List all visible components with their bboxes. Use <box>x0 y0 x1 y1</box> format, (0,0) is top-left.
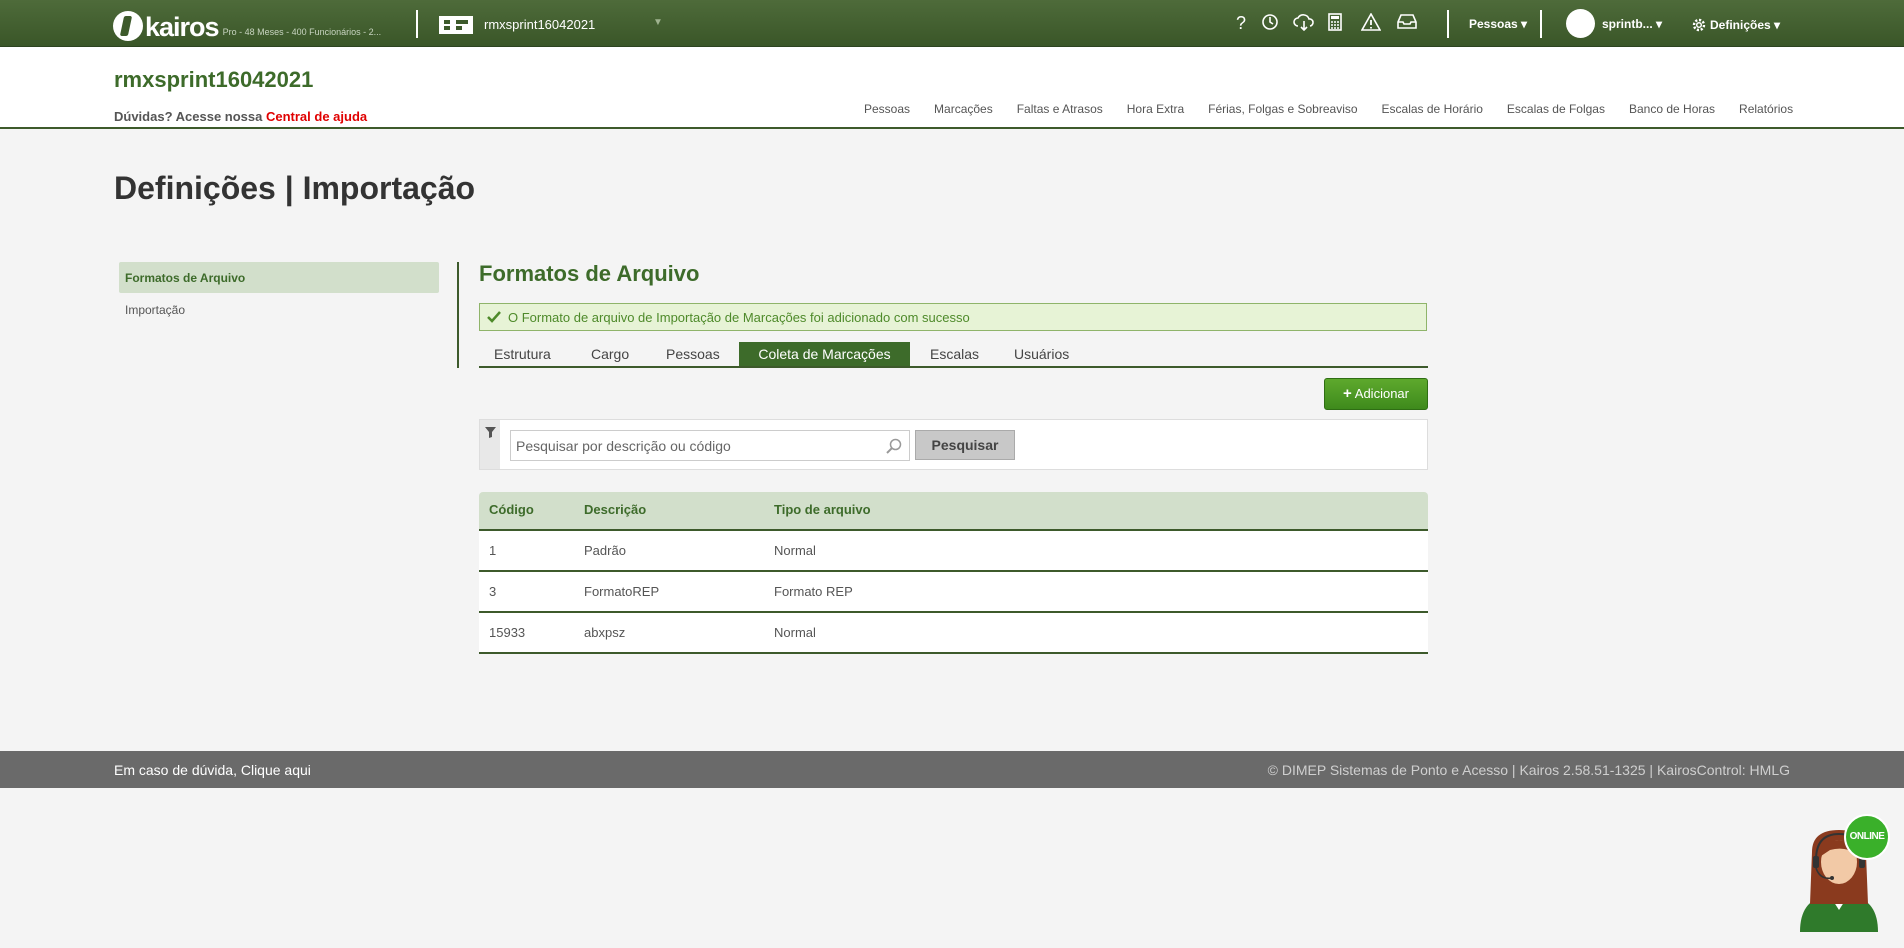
help-line: Dúvidas? Acesse nossa Central de ajuda <box>114 109 367 124</box>
online-status-badge[interactable]: ONLINE <box>1844 814 1890 860</box>
table-row[interactable]: 15933 abxpsz Normal <box>479 613 1428 654</box>
company-building-icon[interactable] <box>439 16 473 34</box>
nav-relatorios[interactable]: Relatórios <box>1739 102 1793 116</box>
cell-tipo: Formato REP <box>774 584 853 599</box>
column-header-descricao[interactable]: Descrição <box>584 502 646 517</box>
cell-descricao: FormatoREP <box>584 584 660 599</box>
warning-icon[interactable] <box>1360 13 1382 31</box>
main-nav: Pessoas Marcações Faltas e Atrasos Hora … <box>864 102 1817 116</box>
kairos-logo-icon <box>113 11 143 41</box>
search-filter-panel: Pesquisar <box>479 419 1428 470</box>
cell-descricao: abxpsz <box>584 625 626 640</box>
footer: Em caso de dúvida, Clique aqui © DIMEP S… <box>0 751 1904 788</box>
table-header: Código Descrição Tipo de arquivo <box>479 492 1428 531</box>
footer-copyright: © DIMEP Sistemas de Ponto e Acesso | Kai… <box>1267 762 1790 778</box>
logo-text: kairos <box>145 12 220 42</box>
online-support-widget[interactable]: ONLINE <box>1790 812 1894 932</box>
nav-banco-horas[interactable]: Banco de Horas <box>1629 102 1715 116</box>
nav-hora-extra[interactable]: Hora Extra <box>1127 102 1184 116</box>
table-row[interactable]: 3 FormatoREP Formato REP <box>479 572 1428 613</box>
nav-escalas-horario[interactable]: Escalas de Horário <box>1382 102 1483 116</box>
company-selector[interactable]: rmxsprint16042021 <box>484 17 595 32</box>
company-header: rmxsprint16042021 Dúvidas? Acesse nossa … <box>0 47 1904 129</box>
kairos-logo[interactable]: kairos Pro - 48 Meses - 400 Funcionários… <box>113 5 381 41</box>
add-button-label: Adicionar <box>1354 386 1409 401</box>
user-menu[interactable]: sprintb... ▾ <box>1602 17 1662 31</box>
filter-icon <box>485 427 496 438</box>
page-title: Definições | Importação <box>114 170 476 206</box>
tab-usuarios[interactable]: Usuários <box>999 342 1084 366</box>
tab-bar: Estrutura Cargo Pessoas Coleta de Marcaç… <box>479 342 1428 368</box>
chevron-down-icon[interactable]: ▼ <box>653 17 663 28</box>
cloud-download-icon[interactable] <box>1293 13 1315 31</box>
topbar-divider <box>1540 10 1542 38</box>
nav-marcacoes[interactable]: Marcações <box>934 102 993 116</box>
sidebar-item-label: Formatos de Arquivo <box>125 271 246 285</box>
sidebar-item-formatos-arquivo[interactable]: Formatos de Arquivo <box>119 262 439 293</box>
help-prefix: Dúvidas? Acesse nossa <box>114 109 266 124</box>
tab-coleta-marcacoes[interactable]: Coleta de Marcações <box>739 342 910 366</box>
top-bar: kairos Pro - 48 Meses - 400 Funcionários… <box>0 0 1904 47</box>
section-title: Formatos de Arquivo <box>479 261 700 286</box>
column-header-tipo[interactable]: Tipo de arquivo <box>774 502 871 517</box>
tab-estrutura[interactable]: Estrutura <box>479 342 566 366</box>
settings-menu[interactable]: Definições ▾ <box>1691 17 1780 33</box>
filter-toggle[interactable] <box>480 420 500 469</box>
alert-text: O Formato de arquivo de Importação de Ma… <box>508 310 970 325</box>
sidebar-item-importacao[interactable]: Importação <box>125 303 185 317</box>
search-input[interactable] <box>510 430 910 461</box>
help-center-link[interactable]: Central de ajuda <box>266 109 367 124</box>
tab-pessoas[interactable]: Pessoas <box>651 342 735 366</box>
nav-faltas-atrasos[interactable]: Faltas e Atrasos <box>1017 102 1103 116</box>
help-icon[interactable]: ? <box>1230 13 1252 33</box>
cell-tipo: Normal <box>774 625 816 640</box>
nav-pessoas[interactable]: Pessoas <box>864 102 910 116</box>
cell-codigo: 15933 <box>489 625 526 640</box>
nav-ferias-folgas[interactable]: Férias, Folgas e Sobreaviso <box>1208 102 1357 116</box>
nav-escalas-folgas[interactable]: Escalas de Folgas <box>1507 102 1605 116</box>
search-icon[interactable] <box>886 438 902 454</box>
settings-menu-label: Definições <box>1710 18 1771 32</box>
plus-icon: + <box>1343 385 1352 402</box>
topbar-divider <box>1447 10 1449 38</box>
add-button[interactable]: + Adicionar <box>1324 378 1428 410</box>
pessoas-menu[interactable]: Pessoas ▾ <box>1469 17 1527 31</box>
pessoas-menu-label: Pessoas <box>1469 17 1518 31</box>
cell-tipo: Normal <box>774 543 816 558</box>
inbox-icon[interactable] <box>1396 13 1418 29</box>
topbar-divider <box>416 10 418 38</box>
gear-icon <box>1692 18 1706 32</box>
footer-help-link[interactable]: Em caso de dúvida, Clique aqui <box>114 762 311 778</box>
success-alert: O Formato de arquivo de Importação de Ma… <box>479 303 1427 331</box>
user-menu-label: sprintb... <box>1602 17 1653 31</box>
check-icon <box>487 311 501 323</box>
column-header-codigo[interactable]: Código <box>489 502 534 517</box>
sidebar-divider <box>457 262 459 368</box>
formats-table: Código Descrição Tipo de arquivo 1 Padrã… <box>479 492 1428 654</box>
tab-escalas[interactable]: Escalas <box>915 342 994 366</box>
company-title: rmxsprint16042021 <box>114 67 314 92</box>
plan-info: Pro - 48 Meses - 400 Funcionários - 2... <box>222 27 382 37</box>
search-button[interactable]: Pesquisar <box>915 430 1015 460</box>
calculator-icon[interactable] <box>1324 13 1346 31</box>
clock-refresh-icon[interactable] <box>1259 13 1281 31</box>
cell-codigo: 3 <box>489 584 497 599</box>
cell-codigo: 1 <box>489 543 497 558</box>
tab-cargo[interactable]: Cargo <box>576 342 644 366</box>
avatar[interactable] <box>1566 9 1595 38</box>
cell-descricao: Padrão <box>584 543 626 558</box>
table-row[interactable]: 1 Padrão Normal <box>479 531 1428 572</box>
